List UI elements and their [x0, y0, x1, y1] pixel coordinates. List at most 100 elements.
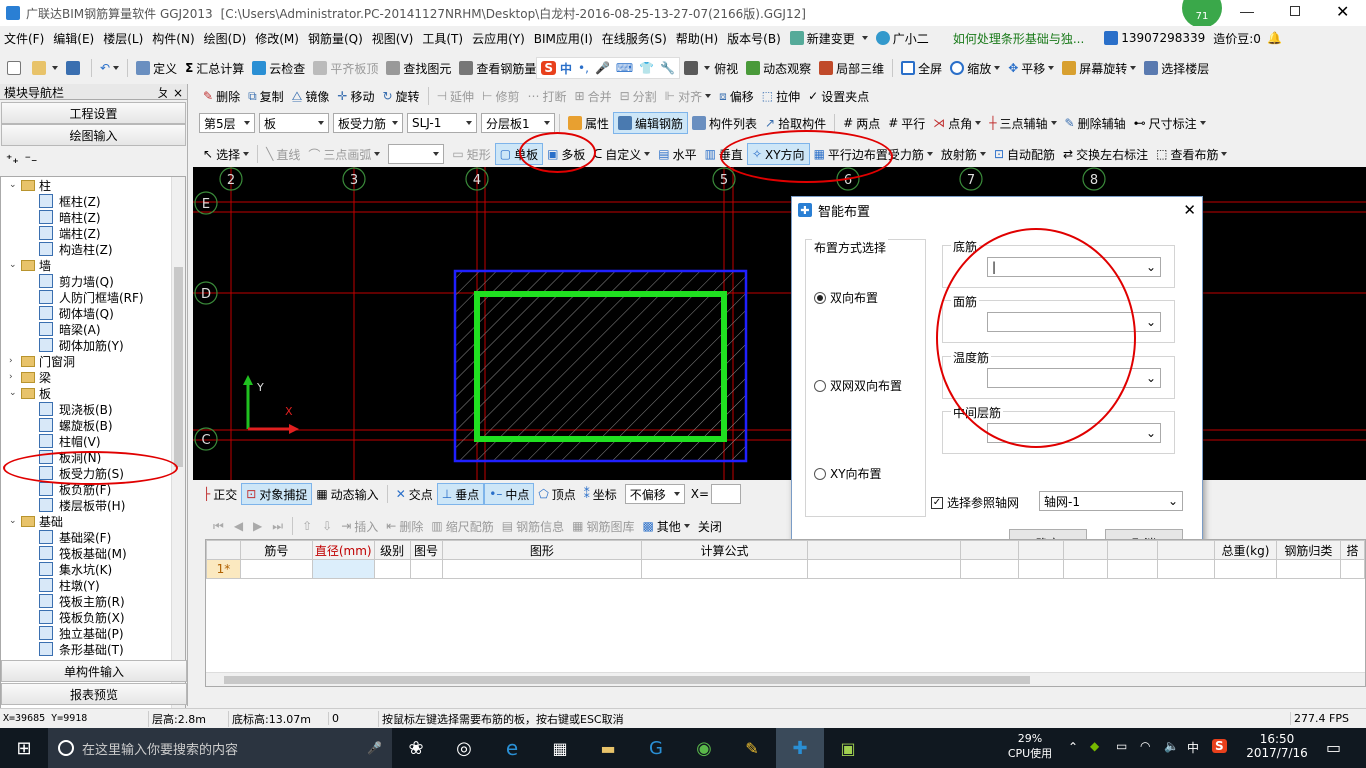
- tree-folder[interactable]: › 门窗洞: [1, 353, 185, 369]
- dialog-close-icon[interactable]: ✕: [1183, 201, 1196, 219]
- intersection-button[interactable]: ✕ 交点: [392, 483, 437, 505]
- edit-rebar-button[interactable]: 编辑钢筋: [613, 112, 689, 134]
- xy-direction-button[interactable]: ✧ XY方向: [746, 143, 810, 165]
- report-preview-button[interactable]: 报表预览: [1, 683, 187, 705]
- minimize-button[interactable]: [1240, 12, 1254, 13]
- swap-label-button[interactable]: ⇄ 交换左右标注: [1059, 143, 1152, 165]
- menu-bim[interactable]: BIM应用(I): [534, 30, 593, 47]
- properties-button[interactable]: 属性: [564, 112, 613, 134]
- explorer-icon[interactable]: ▬: [584, 739, 632, 758]
- tree-item[interactable]: 砌体加筋(Y): [1, 337, 185, 353]
- ime-indicator[interactable]: 中: [1187, 739, 1199, 756]
- close-grid-button[interactable]: 关闭: [694, 515, 726, 537]
- copy-button[interactable]: ⧉ 复制: [244, 85, 288, 107]
- chevron-right-icon[interactable]: ›: [9, 372, 21, 382]
- fullscreen-button[interactable]: 全屏: [897, 57, 946, 79]
- select-button[interactable]: ↖ 选择: [199, 143, 253, 165]
- perpendicular-button[interactable]: ⊥ 垂点: [436, 483, 485, 505]
- parallel-edge-button[interactable]: ▦ 平行边布置受力筋: [810, 143, 937, 165]
- middle-rebar-select[interactable]: ⌄: [987, 423, 1161, 443]
- task-view-icon[interactable]: ❀: [392, 738, 440, 759]
- offset-select[interactable]: 不偏移: [624, 484, 685, 504]
- top-view-button[interactable]: 俯视: [680, 57, 742, 79]
- chevron-right-icon[interactable]: ›: [9, 356, 21, 366]
- ortho-button[interactable]: ├ 正交: [199, 483, 241, 505]
- parallel-button[interactable]: # 平行: [884, 112, 929, 134]
- object-snap-button[interactable]: ⊡ 对象捕捉: [241, 483, 313, 505]
- grid-delete-button[interactable]: ⇤ 删除: [382, 515, 427, 537]
- tree-folder[interactable]: ⌄ 板: [1, 385, 185, 401]
- tree-item[interactable]: 集水坑(K): [1, 561, 185, 577]
- offset-button[interactable]: ⧈ 偏移: [715, 85, 758, 107]
- split-button[interactable]: ⊟ 分割: [616, 85, 661, 107]
- tree-folder[interactable]: ⌄ 基础: [1, 513, 185, 529]
- orbit-button[interactable]: 动态观察: [742, 57, 815, 79]
- menu-file[interactable]: 文件(F): [4, 30, 44, 47]
- menu-draw[interactable]: 绘图(D): [204, 30, 247, 47]
- line-button[interactable]: ╲ 直线: [262, 143, 304, 165]
- radio-bidirectional[interactable]: 双向布置: [814, 289, 878, 306]
- restore-button[interactable]: [1290, 6, 1300, 16]
- app-spiral-icon[interactable]: ◎: [440, 738, 488, 759]
- tree-item[interactable]: 人防门框墙(RF): [1, 289, 185, 305]
- coordinate-button[interactable]: ⁑ 坐标: [580, 483, 621, 505]
- vertical-button[interactable]: ▥ 垂直: [701, 143, 747, 165]
- tree-item[interactable]: 筏板基础(M): [1, 545, 185, 561]
- tree-item[interactable]: 筏板负筋(X): [1, 609, 185, 625]
- tree-item[interactable]: 板洞(N): [1, 449, 185, 465]
- mirror-button[interactable]: ⧋ 镜像: [288, 85, 334, 107]
- tree-item[interactable]: 框柱(Z): [1, 193, 185, 209]
- expand-all-icon[interactable]: ⁺₊: [6, 152, 19, 166]
- single-input-button[interactable]: 单构件输入: [1, 660, 187, 682]
- open-button[interactable]: [28, 57, 62, 79]
- slab-outline[interactable]: [453, 269, 748, 463]
- align-button[interactable]: ⊩ 对齐: [661, 85, 715, 107]
- tree-item[interactable]: 板负筋(F): [1, 481, 185, 497]
- menu-edit[interactable]: 编辑(E): [53, 30, 94, 47]
- close-button[interactable]: ✕: [1336, 2, 1349, 21]
- tree-item[interactable]: 螺旋板(B): [1, 417, 185, 433]
- price-label[interactable]: 造价豆:0: [1213, 30, 1261, 47]
- extend-button[interactable]: ⊣ 延伸: [433, 85, 478, 107]
- tree-item[interactable]: 现浇板(B): [1, 401, 185, 417]
- menu-floor[interactable]: 楼层(L): [103, 30, 143, 47]
- subtype-select[interactable]: 板受力筋: [333, 113, 403, 133]
- nvidia-icon[interactable]: ◆: [1090, 739, 1099, 753]
- tree-folder[interactable]: ⌄ 墙: [1, 257, 185, 273]
- assistant-button[interactable]: 广小二: [893, 30, 929, 47]
- tree-folder[interactable]: › 梁: [1, 369, 185, 385]
- store-icon[interactable]: ▦: [536, 739, 584, 758]
- menu-version[interactable]: 版本号(B): [727, 30, 781, 47]
- x-input[interactable]: [711, 484, 742, 504]
- draw-input-button[interactable]: 绘图输入: [1, 124, 186, 146]
- select-floor-button[interactable]: 选择楼层: [1140, 57, 1213, 79]
- new-change-button[interactable]: 新建变更: [807, 30, 855, 47]
- menu-tools[interactable]: 工具(T): [422, 30, 463, 47]
- three-point-axis-button[interactable]: ┼ 三点辅轴: [985, 112, 1060, 134]
- custom-button[interactable]: ᑕ 自定义: [589, 143, 654, 165]
- chevron-down-icon[interactable]: ⌄: [9, 260, 21, 270]
- scale-rebar-button[interactable]: ▥ 缩尺配筋: [427, 515, 497, 537]
- tree-item[interactable]: 基础梁(F): [1, 529, 185, 545]
- vertex-button[interactable]: ⬠ 顶点: [534, 483, 579, 505]
- cloud-check-button[interactable]: 云检查: [248, 57, 309, 79]
- up-icon[interactable]: ⇧: [302, 519, 312, 533]
- panel-pin-close[interactable]: ㄆ ×: [157, 84, 183, 100]
- browser-icon[interactable]: ◉: [680, 738, 728, 759]
- next-icon[interactable]: ▶: [253, 519, 262, 533]
- stretch-button[interactable]: ⬚ 拉伸: [758, 85, 804, 107]
- delete-axis-button[interactable]: ✎ 删除辅轴: [1061, 112, 1130, 134]
- ime-toolbar[interactable]: S 中 •, 🎤 ⌨ 👕 🔧: [536, 57, 681, 79]
- pan-button[interactable]: ✥ 平移: [1004, 57, 1058, 79]
- radio-xy[interactable]: XY向布置: [814, 465, 882, 482]
- volume-icon[interactable]: 🔈: [1164, 739, 1179, 753]
- point-angle-button[interactable]: ⋊ 点角: [929, 112, 985, 134]
- code-select[interactable]: SLJ-1: [407, 113, 477, 133]
- move-button[interactable]: ✛ 移动: [333, 85, 378, 107]
- radio-double-net[interactable]: 双网双向布置: [814, 377, 902, 394]
- pick-component-button[interactable]: ↗ 拾取构件: [761, 112, 830, 134]
- midpoint-button[interactable]: •– 中点: [484, 483, 535, 505]
- multi-slab-button[interactable]: ▣ 多板: [543, 143, 589, 165]
- calc-app-icon[interactable]: ▣: [824, 739, 872, 758]
- rect-button[interactable]: ▭ 矩形: [448, 143, 494, 165]
